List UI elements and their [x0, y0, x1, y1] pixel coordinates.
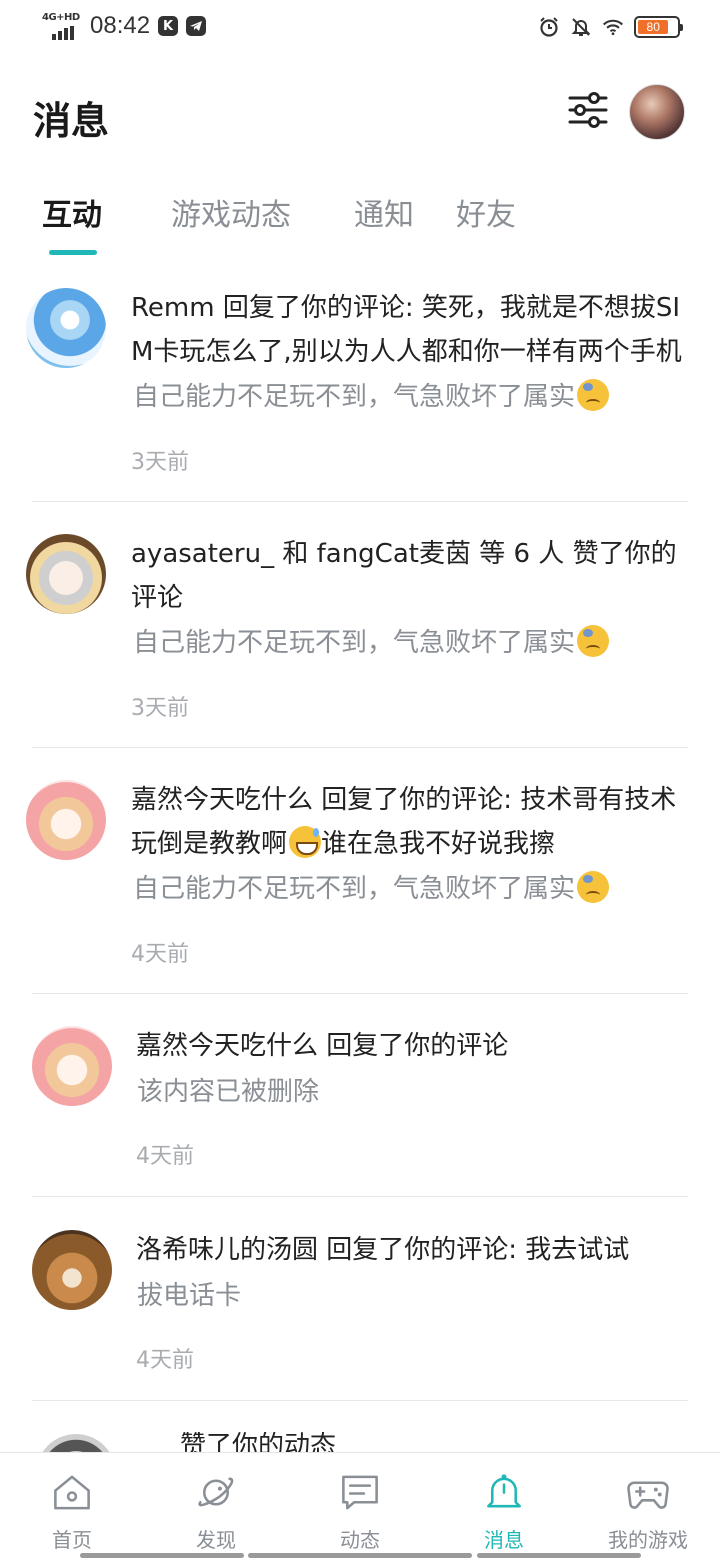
divider — [32, 501, 688, 502]
message-item[interactable]: 嘉然今天吃什么 回复了你的评论 该内容已被删除 4天前 — [0, 1024, 720, 1196]
message-quote: 该内容已被删除 — [137, 1077, 320, 1107]
message-title: 嘉然今天吃什么 回复了你的评论 — [136, 1031, 509, 1061]
nav-discover[interactable]: 发现 — [144, 1453, 288, 1553]
status-right: 80 — [538, 16, 683, 38]
message-title: ayasateru_ 和 fangCat麦茵 等 6 人 赞了你的评论 — [131, 539, 677, 613]
sender-avatar[interactable] — [26, 780, 106, 860]
message-title: 洛希味儿的汤圆 回复了你的评论: 我去试试 — [136, 1235, 630, 1265]
chat-icon — [342, 1475, 378, 1510]
quote-text: 自己能力不足玩不到，气急败坏了属实 — [133, 382, 576, 412]
bell-icon — [487, 1474, 521, 1508]
network-type: 4G+HD — [42, 12, 80, 23]
status-left: 4G+HD 08:42 K — [42, 12, 207, 40]
planet-icon — [198, 1477, 234, 1507]
nav-discover-label: 发现 — [196, 1528, 236, 1552]
mute-icon — [570, 16, 592, 38]
gesture-bar-segment — [477, 1553, 641, 1558]
nav-feed-label: 动态 — [340, 1528, 380, 1552]
sad-sweat-emoji-icon — [577, 625, 610, 657]
nav-messages[interactable]: 消息 — [432, 1453, 576, 1553]
tab-friends[interactable]: 好友 — [456, 190, 516, 234]
bottom-navigation: 首页 发现 动态 消息 我的游戏 — [0, 1452, 720, 1560]
message-time: 4天前 — [131, 942, 189, 967]
gamepad-icon — [627, 1481, 669, 1509]
active-tab-indicator — [49, 250, 97, 255]
sliders-icon — [568, 92, 608, 128]
message-title: Remm 回复了你的评论: 笑死，我就是不想拔SIM卡玩怎么了,别以为人人都和你… — [131, 293, 682, 367]
nav-my-games[interactable]: 我的游戏 — [576, 1453, 720, 1553]
battery-level: 80 — [638, 20, 669, 34]
telegram-icon — [186, 16, 207, 36]
alarm-icon — [538, 16, 560, 38]
sad-sweat-emoji-icon — [577, 379, 610, 411]
nav-my-games-label: 我的游戏 — [608, 1528, 688, 1552]
message-time: 3天前 — [131, 450, 189, 475]
divider — [32, 747, 688, 748]
message-time: 3天前 — [131, 696, 189, 721]
message-item[interactable]: 赞了你的动态 — [0, 1432, 720, 1452]
message-quote: 自己能力不足玩不到，气急败坏了属实 — [133, 623, 610, 663]
quote-text: 自己能力不足玩不到，气急败坏了属实 — [133, 628, 576, 658]
nav-home[interactable]: 首页 — [0, 1453, 144, 1553]
sender-avatar[interactable] — [26, 288, 106, 368]
message-item[interactable]: 洛希味儿的汤圆 回复了你的评论: 我去试试 拔电话卡 4天前 — [0, 1228, 720, 1400]
message-time: 4天前 — [136, 1348, 194, 1373]
message-item[interactable]: ayasateru_ 和 fangCat麦茵 等 6 人 赞了你的评论 自己能力… — [0, 532, 720, 747]
home-icon — [54, 1475, 90, 1510]
sender-avatar[interactable] — [26, 534, 106, 614]
title-text-continued: 谁在急我不好说我擦 — [321, 829, 556, 859]
nav-home-label: 首页 — [52, 1528, 92, 1552]
grin-sweat-emoji-icon — [289, 826, 322, 858]
wifi-icon — [602, 16, 624, 38]
user-avatar[interactable] — [629, 84, 685, 140]
sender-avatar[interactable] — [32, 1230, 112, 1310]
tab-interaction[interactable]: 互动 — [42, 190, 102, 234]
message-quote: 自己能力不足玩不到，气急败坏了属实 — [133, 869, 610, 909]
divider — [32, 1400, 688, 1401]
message-time: 4天前 — [136, 1144, 194, 1169]
tab-notifications[interactable]: 通知 — [354, 190, 414, 234]
sad-sweat-emoji-icon — [577, 871, 610, 903]
k-app-icon: K — [158, 16, 179, 36]
divider — [32, 1196, 688, 1197]
sender-avatar[interactable] — [32, 1026, 112, 1106]
status-bar: 4G+HD 08:42 K 80 — [0, 0, 720, 56]
sender-avatar[interactable] — [36, 1434, 116, 1452]
message-tabs: 互动 游戏动态 通知 好友 — [0, 190, 720, 260]
page-title: 消息 — [33, 99, 110, 143]
filter-settings-button[interactable] — [566, 88, 610, 132]
gesture-bar-segment — [248, 1553, 472, 1558]
nav-feed[interactable]: 动态 — [288, 1453, 432, 1553]
message-quote: 自己能力不足玩不到，气急败坏了属实 — [133, 377, 610, 417]
gesture-bar-segment — [80, 1553, 244, 1558]
message-title: 嘉然今天吃什么 回复了你的评论: 技术哥有技术玩倒是教教啊 谁在急我不好说我擦 — [131, 778, 691, 866]
message-item[interactable]: Remm 回复了你的评论: 笑死，我就是不想拔SIM卡玩怎么了,别以为人人都和你… — [0, 286, 720, 501]
message-item[interactable]: 嘉然今天吃什么 回复了你的评论: 技术哥有技术玩倒是教教啊 谁在急我不好说我擦 自… — [0, 778, 720, 993]
cellular-signal-icon: 4G+HD — [42, 12, 82, 40]
page-header: 消息 — [0, 80, 720, 150]
clock: 08:42 — [90, 12, 151, 39]
nav-messages-label: 消息 — [484, 1528, 524, 1552]
message-title: 赞了你的动态 — [180, 1432, 337, 1452]
battery-icon: 80 — [634, 16, 683, 38]
tab-game-updates[interactable]: 游戏动态 — [171, 190, 291, 234]
message-quote: 拔电话卡 — [137, 1281, 242, 1311]
quote-text: 自己能力不足玩不到，气急败坏了属实 — [133, 874, 576, 904]
divider — [32, 993, 688, 994]
